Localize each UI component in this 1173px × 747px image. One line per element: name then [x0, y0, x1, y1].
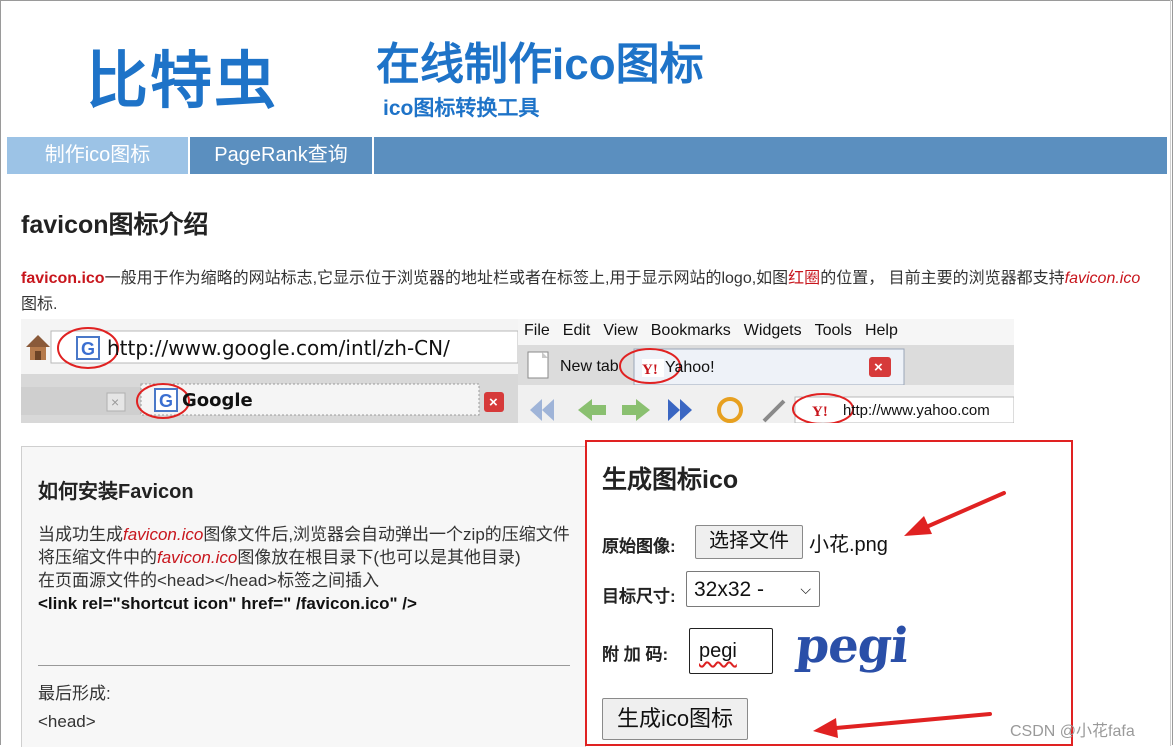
annotation-arrow-file: [904, 491, 1006, 536]
yahoo-menu-bar: File Edit View Bookmarks Widgets Tools Help: [524, 322, 898, 340]
generator-title: 生成图标ico: [602, 466, 739, 494]
site-subtitle: ico图标转换工具: [383, 97, 540, 120]
menu-bookmarks: Bookmarks: [650, 322, 731, 339]
menu-widgets: Widgets: [743, 322, 802, 339]
close-icon: ×: [869, 357, 891, 377]
svg-text:Y!: Y!: [812, 404, 828, 420]
ico-generator-form: 生成图标ico 原始图像: 选择文件 小花.png 目标尺寸: 32x32 - …: [585, 440, 1073, 746]
yahoo-address-text: http://www.yahoo.com: [843, 402, 990, 419]
install-code-snippet: <link rel="shortcut icon" href=" /favico…: [38, 594, 417, 613]
intro-text-3: 图标.: [21, 296, 58, 313]
choose-file-button[interactable]: 选择文件: [695, 525, 803, 559]
google-favicon-icon: G: [154, 388, 178, 412]
source-image-label: 原始图像:: [602, 537, 676, 556]
csdn-watermark: CSDN @小花fafa: [1010, 723, 1135, 740]
intro-text-2: 的位置， 目前主要的浏览器都支持: [820, 270, 1065, 287]
install-line1-term: favicon.ico: [123, 525, 204, 544]
captcha-image[interactable]: pegi: [793, 618, 911, 674]
install-instructions: 当成功生成favicon.ico图像文件后,浏览器会自动弹出一个zip的压缩文件…: [38, 523, 578, 615]
install-after-1: 最后形成:: [38, 684, 111, 703]
svg-text:G: G: [159, 391, 173, 411]
intro-paragraph: favicon.ico一般用于作为缩略的网站标志,它显示位于浏览器的地址栏或者在…: [21, 266, 1151, 318]
intro-term-italic: favicon.ico: [1064, 270, 1141, 287]
page-icon: [527, 351, 549, 379]
google-browser-illustration: G × G ×: [21, 319, 518, 423]
frame-edge: [1170, 0, 1171, 746]
menu-file: File: [524, 322, 550, 339]
main-nav: 制作ico图标 PageRank查询: [7, 137, 1167, 174]
intro-red-circle: 红圈: [788, 270, 821, 287]
captcha-input[interactable]: pegi: [689, 628, 773, 674]
browser-screenshot-google: G × G × http://www.google.com/intl/zh-CN…: [21, 319, 518, 423]
install-line1-pre: 当成功生成: [38, 525, 123, 544]
chevron-down-icon: ⌵: [800, 581, 811, 597]
menu-tools: Tools: [814, 322, 852, 339]
svg-text:×: ×: [489, 394, 498, 411]
yahoo-favicon-icon: Y!: [812, 404, 828, 420]
site-title: 在线制作ico图标: [376, 40, 704, 89]
site-logo[interactable]: 比特虫: [86, 30, 278, 120]
annotation-arrow-generate: [813, 712, 992, 738]
yahoo-favicon-icon: Y!: [642, 359, 664, 378]
intro-text-1: 一般用于作为缩略的网站标志,它显示位于浏览器的地址栏或者在标签上,用于显示网站的…: [104, 270, 789, 287]
browser-screenshot-yahoo: Y! × Y! File Edit View Bookmarks Widgets Tool…: [518, 319, 1014, 423]
close-tab-icon: ×: [106, 392, 126, 412]
menu-view: View: [603, 322, 638, 339]
target-size-select[interactable]: 32x32 - ⌵: [686, 571, 820, 607]
menu-help: Help: [864, 322, 898, 339]
intro-term: favicon.ico: [21, 270, 105, 287]
captcha-input-value: pegi: [699, 640, 737, 662]
install-line2-pre: 将压缩文件中的: [38, 548, 157, 567]
svg-text:×: ×: [111, 394, 119, 410]
install-title: 如何安装Favicon: [38, 481, 194, 503]
nav-item-pagerank[interactable]: PageRank查询: [190, 137, 372, 174]
yahoo-tab-label: Yahoo!: [665, 359, 715, 376]
menu-edit: Edit: [562, 322, 591, 339]
google-address-text: http://www.google.com/intl/zh-CN/: [107, 336, 450, 360]
install-line3: 在页面源文件的<head></head>标签之间插入: [38, 571, 380, 590]
svg-text:Y!: Y!: [642, 362, 658, 378]
selected-file-name: 小花.png: [809, 534, 888, 556]
intro-heading: favicon图标介绍: [21, 211, 209, 239]
install-favicon-box: 如何安装Favicon 当成功生成favicon.ico图像文件后,浏览器会自动…: [21, 446, 586, 747]
close-icon: ×: [484, 392, 504, 412]
google-tab-label: Google: [182, 390, 253, 411]
captcha-label: 附 加 码:: [602, 645, 669, 664]
google-favicon-icon: G: [76, 336, 100, 360]
install-result: 最后形成: <head>: [38, 680, 111, 736]
generate-ico-button[interactable]: 生成ico图标: [602, 698, 748, 740]
svg-text:×: ×: [874, 359, 883, 376]
install-line2-term: favicon.ico: [157, 548, 238, 567]
install-divider: [38, 665, 570, 666]
nav-separator: [372, 137, 374, 174]
nav-item-make-ico[interactable]: 制作ico图标: [7, 137, 188, 174]
target-size-label: 目标尺寸:: [602, 587, 676, 606]
install-line1-post: 图像文件后,浏览器会自动弹出一个zip的压缩文件: [203, 525, 570, 544]
svg-text:G: G: [81, 339, 95, 359]
yahoo-new-tab-label: New tab: [560, 358, 619, 375]
target-size-value: 32x32 -: [694, 578, 765, 601]
install-line2-post: 图像放在根目录下(也可以是其他目录): [237, 548, 521, 567]
install-after-2: <head>: [38, 712, 96, 731]
